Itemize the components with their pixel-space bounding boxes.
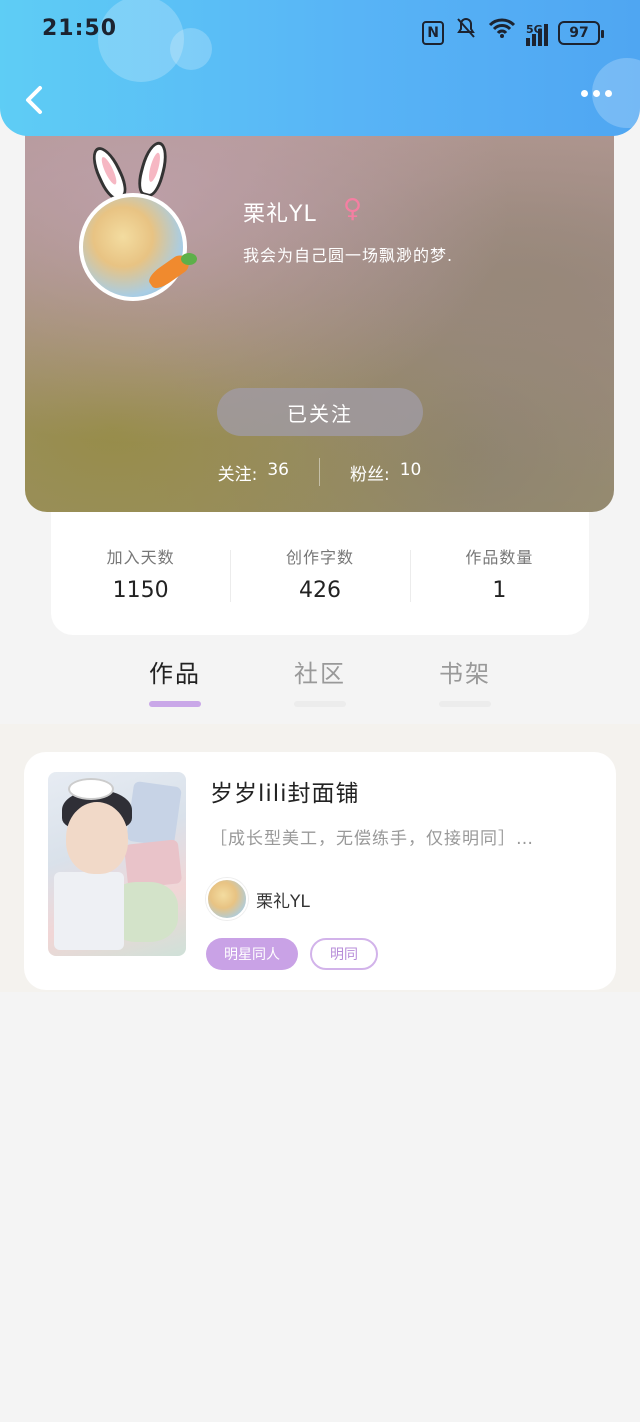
author-name: 栗礼YL: [256, 891, 310, 912]
stat-value: 1150: [112, 578, 169, 603]
more-dots-icon[interactable]: [581, 90, 612, 97]
bunny-ear-decor: [134, 138, 172, 200]
network-type-label: 5G: [526, 22, 543, 36]
mute-bell-icon: [454, 16, 478, 49]
profile-bio: 我会为自己圆一场飘渺的梦.: [243, 246, 454, 265]
tab-label: 书架: [439, 660, 491, 688]
tab-bookshelf[interactable]: 书架: [415, 654, 515, 707]
work-card[interactable]: 岁岁lili封面铺 ［成长型美工，无偿练手，仅接明同］… 栗礼YL 明星同人 明…: [24, 752, 616, 990]
tab-works[interactable]: 作品: [125, 654, 225, 707]
wifi-icon: [488, 17, 516, 48]
following-count: 36: [267, 459, 289, 480]
stat-label: 加入天数: [106, 548, 175, 567]
top-header: 21:50 N 5G 97: [0, 0, 640, 136]
stats-card: 加入天数 1150 创作字数 426 作品数量 1: [51, 512, 589, 635]
profile-tabs: 作品 社区 书架: [0, 654, 640, 724]
work-tags: 明星同人 明同: [206, 938, 378, 970]
stat-label: 创作字数: [285, 548, 354, 567]
profile-username: 栗礼YL: [243, 202, 317, 227]
following-label: 关注:: [217, 464, 258, 485]
followers-count: 10: [399, 459, 422, 480]
work-description: ［成长型美工，无偿练手，仅接明同］…: [210, 829, 534, 849]
decor-bubble: [170, 28, 212, 70]
follow-button[interactable]: 已关注: [217, 388, 423, 436]
avatar-image: [79, 193, 187, 301]
battery-icon: 97: [558, 20, 604, 45]
tag-chip[interactable]: 明同: [310, 938, 378, 970]
work-author: 栗礼YL: [206, 878, 310, 920]
stat-word-count: 创作字数 426: [230, 544, 409, 603]
following-stat[interactable]: 关注: 36: [218, 460, 289, 485]
carrot-leaf-decor: [181, 253, 197, 265]
status-time: 21:50: [42, 16, 118, 41]
stat-join-days: 加入天数 1150: [51, 544, 230, 603]
tab-community[interactable]: 社区: [270, 654, 370, 707]
stat-works-count: 作品数量 1: [409, 544, 589, 603]
chevron-left-icon[interactable]: [18, 80, 58, 120]
work-cover-image: [48, 772, 186, 956]
tab-indicator: [439, 701, 491, 707]
divider: [319, 458, 320, 486]
avatar[interactable]: [77, 138, 207, 315]
follow-stats: 关注: 36 粉丝: 10: [25, 458, 614, 486]
tab-label: 作品: [149, 660, 201, 688]
stat-label: 作品数量: [465, 548, 534, 567]
status-icons: N 5G 97: [422, 16, 604, 49]
followers-label: 粉丝:: [350, 464, 390, 485]
followers-stat[interactable]: 粉丝: 10: [350, 460, 421, 485]
author-avatar: [206, 878, 248, 920]
signal-icon: 5G: [526, 20, 548, 46]
female-icon: ♀: [343, 194, 363, 224]
stat-value: 1: [492, 578, 507, 603]
stat-value: 426: [298, 578, 341, 603]
profile-banner: 栗礼YL ♀ 我会为自己圆一场飘渺的梦. 已关注 关注: 36 粉丝: 10: [25, 100, 614, 512]
tab-label: 社区: [294, 660, 346, 688]
work-title: 岁岁lili封面铺: [210, 781, 360, 807]
tag-chip[interactable]: 明星同人: [206, 938, 298, 970]
tab-indicator: [294, 701, 346, 707]
tab-indicator: [149, 701, 201, 707]
nfc-icon: N: [422, 20, 444, 45]
